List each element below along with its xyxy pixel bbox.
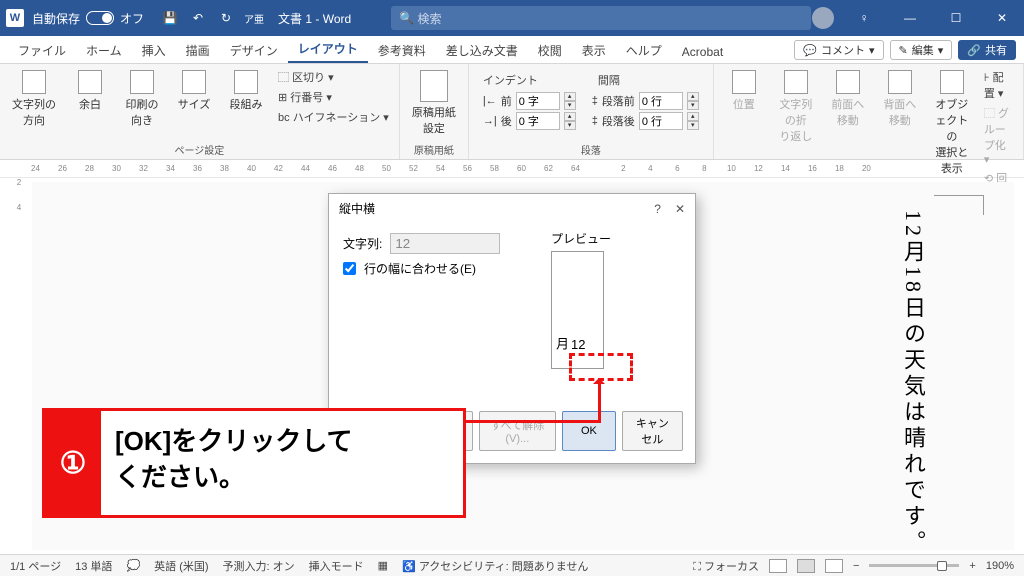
minimize-icon[interactable]: — [894,2,926,34]
selection-pane-button[interactable]: オブジェクトの 選択と表示 [930,68,974,178]
zoom-slider[interactable] [869,564,959,567]
fit-line-checkbox[interactable] [343,262,356,275]
text-direction-button[interactable]: 文字列の 方向 [8,68,60,130]
wrap-text-button: 文字列の折 り返し [774,68,818,146]
align-button[interactable]: ⊦ 配置 ▾ [982,68,1015,102]
ribbon-tabs: ファイル ホーム 挿入 描画 デザイン レイアウト 参考資料 差し込み文書 校閲… [0,36,1024,64]
autosave-label: 自動保存 [32,10,80,27]
undo-icon[interactable]: ↶ [186,6,210,30]
page-count[interactable]: 1/1 ページ [10,558,61,574]
preview-label: プレビュー [551,232,611,246]
close-icon[interactable]: ✕ [986,2,1018,34]
spellcheck-icon[interactable]: 💭 [126,559,140,572]
search-placeholder: 検索 [417,10,441,27]
dialog-close-icon[interactable]: ✕ [675,202,685,216]
cancel-button[interactable]: キャンセル [622,411,683,451]
orientation-button[interactable]: 印刷の 向き [120,68,164,130]
document-title: 文書 1 - Word [278,10,351,27]
document-text[interactable]: 12月18日の天気は晴れです。 [897,210,929,556]
redo-icon[interactable]: ↻ [214,6,238,30]
indent-left[interactable]: |← 前 ▴▾ [483,92,576,110]
arrow-annotation [598,380,601,422]
breaks-button[interactable]: ⬚ 区切り ▾ [276,68,391,86]
margins-button[interactable]: 余白 [68,68,112,114]
zoom-in-icon[interactable]: + [969,560,975,572]
tab-draw[interactable]: 描画 [176,38,220,63]
vertical-ruler[interactable]: 24 [12,178,26,212]
ribbon: 文字列の 方向 余白 印刷の 向き サイズ 段組み ⬚ 区切り ▾ ⊞ 行番号 … [0,64,1024,160]
help-icon[interactable]: ♀ [848,2,880,34]
tab-help[interactable]: ヘルプ [616,38,672,63]
dialog-title: 縦中横 [339,200,375,217]
remove-all-button: すべて解除(V)... [479,411,556,451]
tab-view[interactable]: 表示 [572,38,616,63]
instruction-callout: ① [OK]をクリックしてください。 [42,408,466,518]
preview-box: 12月 [551,251,604,369]
autosave-toggle[interactable]: 自動保存 オフ [32,10,144,27]
ok-button[interactable]: OK [562,411,616,451]
macro-icon[interactable]: ▦ [378,559,388,572]
maximize-icon[interactable]: ☐ [940,2,972,34]
toggle-icon [86,11,114,25]
save-icon[interactable]: 💾 [158,6,182,30]
accessibility[interactable]: ♿ アクセシビリティ: 問題ありません [402,558,588,574]
tab-design[interactable]: デザイン [220,38,288,63]
fit-line-label: 行の幅に合わせる(E) [364,260,476,277]
string-input [390,233,500,254]
word-count[interactable]: 13 単語 [75,558,112,574]
tab-review[interactable]: 校閲 [528,38,572,63]
arrow-annotation-h [463,420,601,423]
share-button[interactable]: 🔗 共有 [958,40,1016,60]
search-box[interactable]: 🔍 検索 [391,6,811,30]
tab-insert[interactable]: 挿入 [132,38,176,63]
page-corner [934,195,984,215]
titlebar: W 自動保存 オフ 💾 ↶ ↻ ア亜 文書 1 - Word 🔍 検索 ♀ — … [0,0,1024,36]
status-bar: 1/1 ページ 13 単語 💭 英語 (米国) 予測入力: オン 挿入モード ▦… [0,554,1024,576]
search-icon: 🔍 [399,11,414,25]
line-numbers-button[interactable]: ⊞ 行番号 ▾ [276,88,391,106]
columns-button[interactable]: 段組み [224,68,268,114]
space-before[interactable]: ‡ 段落前 ▴▾ [592,92,699,110]
comments-button[interactable]: 💬 コメント ▾ [794,40,883,60]
group-arrange: 位置 文字列の折 り返し 前面へ 移動 背面へ 移動 オブジェクトの 選択と表示… [714,64,1024,159]
callout-number: ① [45,411,101,515]
tab-home[interactable]: ホーム [76,38,132,63]
autosave-state: オフ [120,10,144,27]
bring-forward-button: 前面へ 移動 [826,68,870,130]
zoom-out-icon[interactable]: − [853,560,859,572]
tab-acrobat[interactable]: Acrobat [672,41,733,63]
group-manuscript: 原稿用紙 設定 原稿用紙 [400,64,469,159]
dialog-help-icon[interactable]: ? [654,202,661,216]
group-paragraph: インデント間隔 |← 前 ▴▾ ‡ 段落前 ▴▾ →| 後 ▴▾ ‡ 段落後 ▴… [469,64,714,159]
tab-references[interactable]: 参考資料 [368,38,436,63]
size-button[interactable]: サイズ [172,68,216,114]
tab-layout[interactable]: レイアウト [288,36,368,63]
string-label: 文字列: [343,235,382,252]
indent-right[interactable]: →| 後 ▴▾ [483,112,576,130]
manuscript-button[interactable]: 原稿用紙 設定 [408,68,460,138]
qa-icon[interactable]: ア亜 [242,6,266,30]
group-button: ⬚ グループ化 ▾ [982,104,1015,167]
hyphenation-button[interactable]: bc ハイフネーション ▾ [276,108,391,126]
read-mode-icon[interactable] [769,559,787,573]
group-page-setup: 文字列の 方向 余白 印刷の 向き サイズ 段組み ⬚ 区切り ▾ ⊞ 行番号 … [0,64,400,159]
send-backward-button: 背面へ 移動 [878,68,922,130]
insert-mode[interactable]: 挿入モード [309,558,364,574]
tab-mailings[interactable]: 差し込み文書 [436,38,528,63]
focus-mode[interactable]: ⛶ フォーカス [693,558,759,574]
web-layout-icon[interactable] [825,559,843,573]
predict-input[interactable]: 予測入力: オン [223,558,295,574]
print-layout-icon[interactable] [797,559,815,573]
user-avatar[interactable] [812,7,834,29]
space-after[interactable]: ‡ 段落後 ▴▾ [592,112,699,130]
word-icon: W [6,9,24,27]
tab-file[interactable]: ファイル [8,38,76,63]
language[interactable]: 英語 (米国) [154,558,208,574]
group-label: ページ設定 [8,140,391,157]
zoom-level[interactable]: 190% [986,560,1014,572]
editing-button[interactable]: ✎ 編集 ▾ [890,40,953,60]
position-button: 位置 [722,68,766,114]
callout-text: [OK]をクリックしてください。 [101,411,367,515]
